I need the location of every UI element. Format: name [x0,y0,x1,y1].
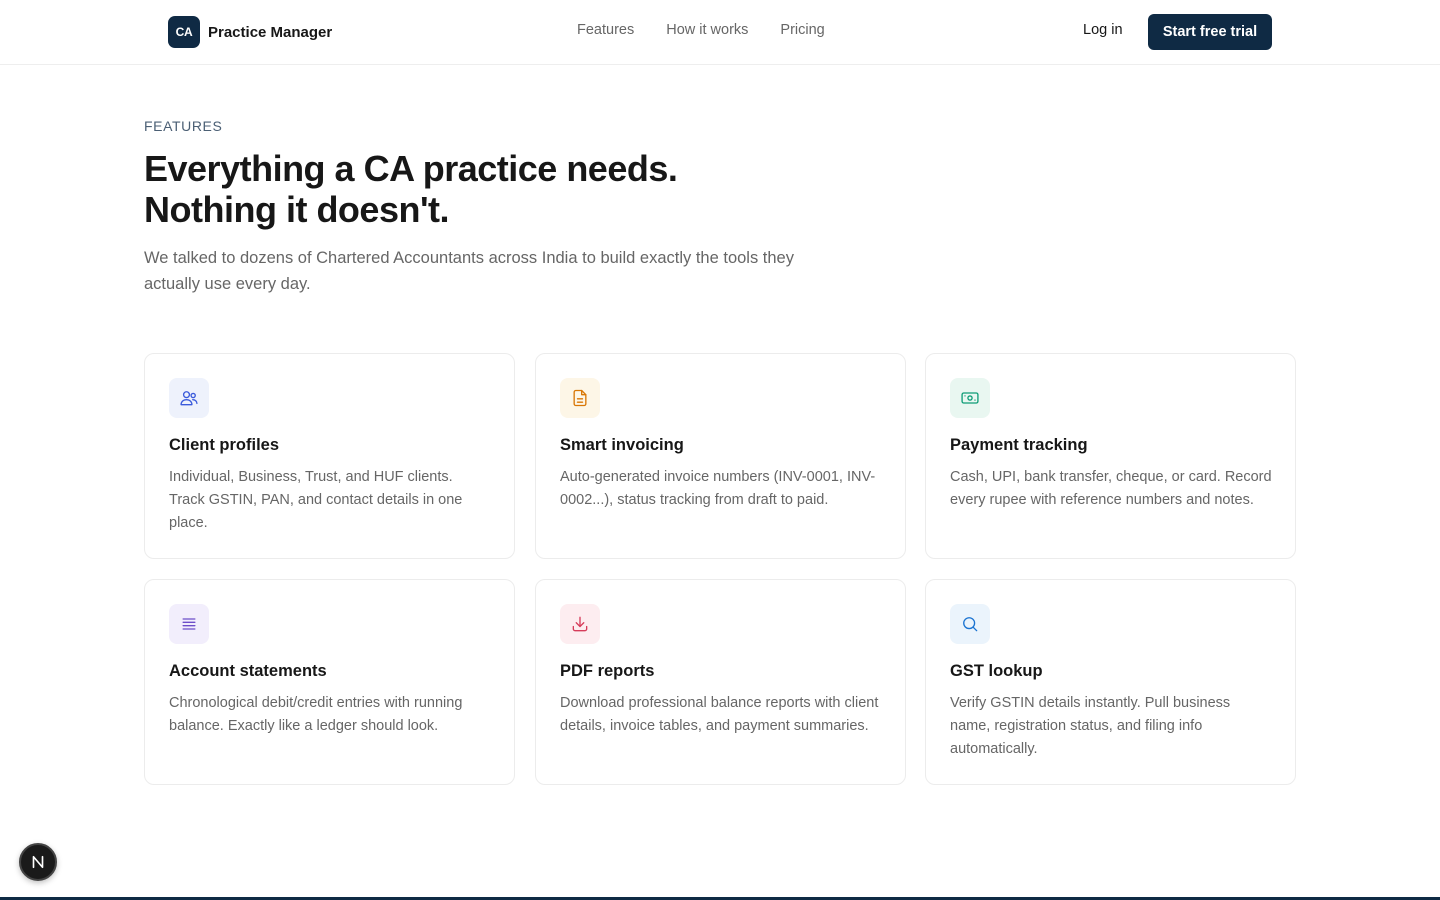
brand[interactable]: CA Practice Manager [168,16,332,48]
feature-description: Verify GSTIN details instantly. Pull bus… [950,695,1231,757]
feature-title: PDF reports [560,662,655,680]
feature-title: GST lookup [950,662,1043,680]
hero-subtext: We talked to dozens of Chartered Account… [144,249,794,293]
nextjs-dev-badge[interactable] [19,843,57,881]
feature-card-payment-tracking: Payment tracking Cash, UPI, bank transfe… [925,353,1296,559]
headline-line-2: Nothing it doesn't. [144,189,450,230]
feature-title: Payment tracking [950,436,1088,454]
feature-card-gst-lookup: GST lookup Verify GSTIN details instantl… [925,579,1296,785]
feature-card-account-statements: Account statements Chronological debit/c… [144,579,515,785]
feature-description: Individual, Business, Trust, and HUF cli… [169,469,463,531]
brand-name: Practice Manager [208,23,333,41]
document-icon [560,378,600,418]
feature-description: Chronological debit/credit entries with … [169,695,463,734]
nav-links: Features How it works Pricing [577,22,825,38]
nav-link-how-it-works[interactable]: How it works [666,22,748,38]
users-icon [169,378,209,418]
login-link[interactable]: Log in [1083,22,1123,38]
nav-link-features[interactable]: Features [577,22,634,38]
feature-title: Smart invoicing [560,436,684,454]
download-icon [560,604,600,644]
feature-description: Cash, UPI, bank transfer, cheque, or car… [950,469,1272,508]
section-eyebrow: FEATURES [144,118,223,134]
list-icon [169,604,209,644]
start-free-trial-button[interactable]: Start free trial [1148,14,1272,50]
feature-card-smart-invoicing: Smart invoicing Auto-generated invoice n… [535,353,906,559]
nextjs-logo-icon [32,855,44,869]
feature-title: Client profiles [169,436,280,454]
feature-card-client-profiles: Client profiles Individual, Business, Tr… [144,353,515,559]
feature-title: Account statements [169,662,327,680]
feature-description: Auto-generated invoice numbers (INV-0001… [560,469,876,508]
page-title: Everything a CA practice needs. Nothing … [144,148,844,230]
nav-link-pricing[interactable]: Pricing [780,22,824,38]
search-icon [950,604,990,644]
brand-logo: CA [168,16,200,48]
headline-line-1: Everything a CA practice needs. [144,148,678,189]
feature-card-pdf-reports: PDF reports Download professional balanc… [535,579,906,785]
feature-description: Download professional balance reports wi… [560,695,879,734]
top-nav: CA Practice Manager Features How it work… [0,0,1440,65]
banknote-icon [950,378,990,418]
